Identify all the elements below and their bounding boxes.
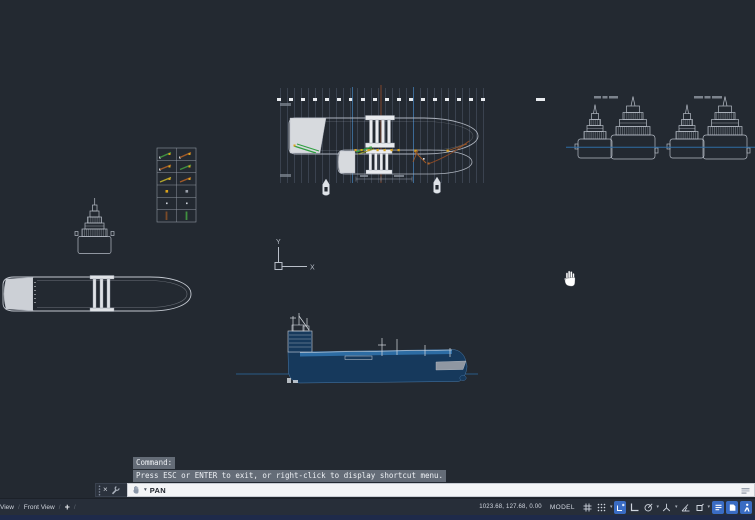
active-command-label: PAN xyxy=(150,486,166,495)
command-input[interactable]: ▾ PAN xyxy=(127,483,755,497)
legend-symbols xyxy=(159,153,191,221)
side-profile-ship[interactable] xyxy=(236,313,478,383)
model-space-button[interactable]: MODEL xyxy=(550,504,575,511)
front-elevation-left[interactable] xyxy=(75,198,114,254)
pan-hand-cursor xyxy=(562,269,580,289)
ship-elevation-pair[interactable] xyxy=(575,97,658,160)
new-layout-button[interactable]: + xyxy=(65,503,70,512)
snap-mode-icon[interactable] xyxy=(596,501,608,514)
plan-view-left[interactable] xyxy=(3,276,191,312)
tab-separator: / xyxy=(18,504,20,511)
chevron-down-icon[interactable]: ▾ xyxy=(144,487,147,493)
close-icon[interactable]: × xyxy=(103,486,108,494)
chevron-down-icon[interactable]: ▾ xyxy=(656,504,659,510)
window-bottom-edge xyxy=(0,515,755,520)
drawing-canvas[interactable]: Y X xyxy=(0,0,755,498)
annotation-monitor-icon[interactable] xyxy=(740,501,752,514)
forecastle-deck xyxy=(436,361,466,370)
chevron-down-icon[interactable]: ▾ xyxy=(610,504,613,510)
command-bar[interactable]: × ▾ PAN xyxy=(95,483,755,497)
pan-command-icon xyxy=(132,485,141,495)
chevron-down-icon[interactable]: ▾ xyxy=(707,504,710,510)
ortho-mode-icon[interactable] xyxy=(628,501,640,514)
object-snap-tracking-icon[interactable] xyxy=(679,501,691,514)
tab-separator: / xyxy=(74,504,76,511)
caption-smudge xyxy=(594,96,722,99)
object-snap-icon[interactable] xyxy=(693,501,705,514)
layout-tab-front-view[interactable]: Front View xyxy=(24,504,55,511)
recent-commands-icon[interactable] xyxy=(741,487,750,494)
workspace-icon[interactable] xyxy=(726,501,738,514)
ucs-y-label: Y xyxy=(276,239,281,246)
command-bar-controls: × xyxy=(95,483,127,497)
drag-grip-icon[interactable] xyxy=(98,485,101,496)
customize-wrench-icon[interactable] xyxy=(110,485,120,495)
layout-tab[interactable]: View xyxy=(0,504,14,511)
status-bar: View / Front View / + / 1023.68, 127.68,… xyxy=(0,498,755,515)
tiny-label-smudge xyxy=(280,103,291,106)
coordinates-readout: 1023.68, 127.68, 0.00 xyxy=(479,504,542,510)
legend-table[interactable] xyxy=(157,148,196,222)
grid-display-icon[interactable] xyxy=(582,501,594,514)
elevation-views-right[interactable] xyxy=(566,96,755,159)
mooring-plan-view[interactable] xyxy=(276,85,545,195)
command-history: Command: Press ESC or ENTER to exit, or … xyxy=(133,457,446,483)
dynamic-input-icon[interactable] xyxy=(614,501,626,514)
isometric-drafting-icon[interactable] xyxy=(661,501,673,514)
cargo-columns xyxy=(90,276,114,312)
tiny-label-smudge xyxy=(280,174,291,177)
command-history-line: Command: xyxy=(133,457,175,469)
polar-tracking-icon[interactable] xyxy=(642,501,654,514)
tab-separator: / xyxy=(59,504,61,511)
ucs-x-label: X xyxy=(310,265,315,272)
autocad-model-space-window: Y X Command: Press ESC or ENTER to exit,… xyxy=(0,0,755,520)
ucs-icon[interactable]: Y X xyxy=(275,239,315,272)
chevron-down-icon[interactable]: ▾ xyxy=(675,504,678,510)
bow-fill xyxy=(4,278,33,311)
ship-elevation-pair[interactable] xyxy=(667,97,750,160)
annotation-scale-icon[interactable] xyxy=(712,501,724,514)
command-history-line: Press ESC or ENTER to exit, or right-cli… xyxy=(133,470,446,482)
